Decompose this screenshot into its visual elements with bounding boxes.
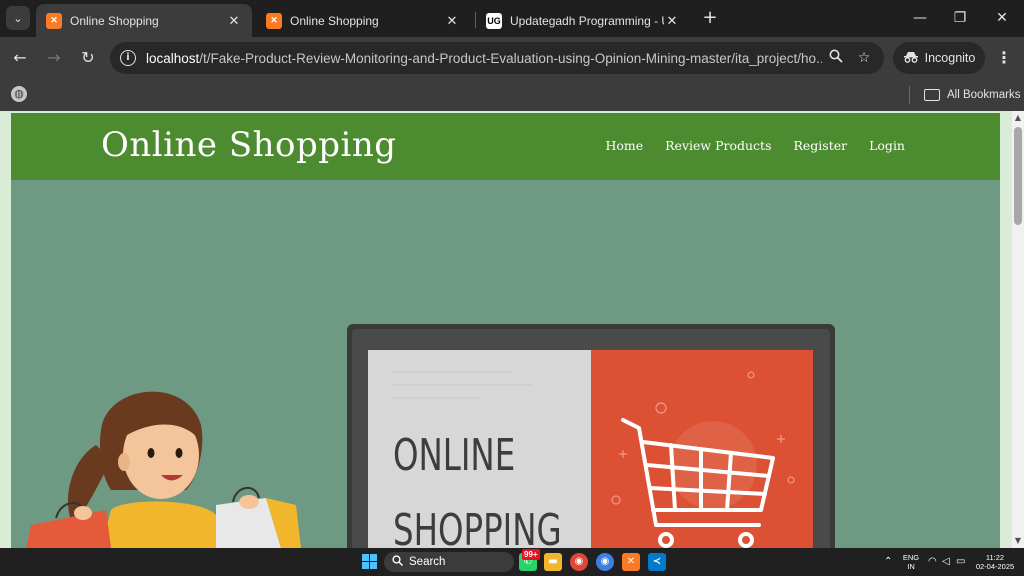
file-explorer-icon[interactable]: ▬ [544, 553, 562, 571]
all-bookmarks-label: All Bookmarks [947, 89, 1021, 101]
tab-title: Online Shopping [70, 13, 159, 28]
arrow-left-icon: ← [13, 48, 27, 67]
tab-updategadh[interactable]: UG Updategadh Programming - Upda ✕ [476, 4, 690, 37]
tab-title: Online Shopping [290, 13, 379, 28]
site-nav: Home Review Products Register Login [605, 138, 905, 153]
chrome-incognito-icon[interactable]: ◉ [596, 553, 614, 571]
restore-icon: ❐ [953, 10, 967, 26]
chevron-up-icon[interactable]: ⌃ [884, 556, 892, 567]
browser-toolbar: ← → ↻ i localhost/t/Fake-Product-Review-… [0, 37, 1024, 79]
wifi-icon[interactable]: ◠ [928, 556, 937, 567]
zoom-icon[interactable] [822, 49, 850, 67]
close-icon[interactable]: ✕ [664, 13, 680, 29]
clock-date: 02-04-2025 [975, 562, 1015, 571]
tab-online-shopping-1[interactable]: ✕ Online Shopping ✕ [36, 4, 252, 37]
reload-icon: ↻ [81, 48, 95, 67]
info-icon[interactable]: i [120, 50, 136, 66]
site-header: Online Shopping Home Review Products Reg… [11, 113, 1000, 180]
nav-home[interactable]: Home [605, 138, 643, 153]
scroll-thumb[interactable] [1014, 127, 1022, 225]
arrow-right-icon: → [47, 48, 61, 67]
minimize-button[interactable]: — [908, 6, 932, 30]
clock[interactable]: 11:22 02-04-2025 [972, 548, 1018, 576]
page-scrollbar[interactable]: ▲ ▼ [1012, 111, 1024, 548]
hero-illustration: ONLINE SHOPPING [26, 324, 835, 548]
xampp-icon: ✕ [266, 12, 282, 29]
site-page: Online Shopping Home Review Products Reg… [11, 113, 1000, 548]
close-icon: ✕ [996, 10, 1008, 26]
scroll-down-icon[interactable]: ▼ [1012, 536, 1024, 546]
close-window-button[interactable]: ✕ [990, 6, 1014, 30]
minimize-icon: — [913, 10, 927, 26]
site-title: Online Shopping [101, 125, 397, 165]
incognito-badge[interactable]: Incognito [893, 42, 985, 74]
plus-icon: + [702, 7, 718, 28]
woman-with-bags-graphic [26, 391, 301, 548]
tab-title: Updategadh Programming - Upda [510, 13, 664, 28]
browser-menu-button[interactable]: ⋮ [994, 46, 1014, 70]
new-tab-button[interactable]: + [700, 8, 720, 28]
bookmarks-separator [909, 86, 910, 104]
notification-badge: 99+ [522, 549, 540, 560]
nav-login[interactable]: Login [869, 138, 905, 153]
tab-online-shopping-2[interactable]: ✕ Online Shopping ✕ [256, 4, 470, 37]
tab-search-button[interactable]: ⌄ [6, 6, 30, 30]
star-icon[interactable]: ☆ [850, 50, 878, 66]
volume-icon[interactable]: ◁ [942, 556, 950, 567]
chevron-down-icon: ⌄ [13, 11, 23, 25]
vscode-icon[interactable]: ≺ [648, 553, 666, 571]
lang-line2: IN [907, 562, 915, 571]
close-icon[interactable]: ✕ [226, 13, 242, 29]
search-icon [392, 555, 404, 569]
globe-icon[interactable]: ◍ [11, 86, 27, 102]
battery-icon[interactable]: ▭ [956, 556, 965, 567]
restore-button[interactable]: ❐ [948, 6, 972, 30]
more-vertical-icon: ⋮ [996, 48, 1012, 67]
hero-text-shopping: SHOPPING [393, 506, 562, 548]
incognito-label: Incognito [924, 51, 976, 65]
nav-review-products[interactable]: Review Products [665, 138, 771, 153]
reload-button[interactable]: ↻ [76, 46, 100, 70]
folder-icon [924, 89, 940, 101]
taskbar-search-label: Search [409, 556, 446, 568]
url-path: /t/Fake-Product-Review-Monitoring-and-Pr… [199, 50, 822, 66]
xampp-icon[interactable]: ✕ [622, 553, 640, 571]
lang-line1: ENG [902, 553, 920, 562]
hero-text-online: ONLINE [393, 431, 515, 481]
clock-time: 11:22 [985, 553, 1005, 562]
chrome-icon[interactable]: ◉ [570, 553, 588, 571]
xampp-icon: ✕ [46, 12, 62, 29]
all-bookmarks-button[interactable]: All Bookmarks [924, 85, 1021, 105]
bookmarks-bar: ◍ All Bookmarks [0, 79, 1024, 111]
back-button[interactable]: ← [8, 46, 32, 70]
url-host: localhost [146, 50, 200, 66]
scroll-up-icon[interactable]: ▲ [1012, 113, 1024, 123]
updategadh-icon: UG [486, 12, 502, 29]
page-viewport: Online Shopping Home Review Products Reg… [0, 111, 1024, 548]
nav-register[interactable]: Register [793, 138, 847, 153]
address-bar[interactable]: i localhost/t/Fake-Product-Review-Monito… [110, 42, 884, 74]
tab-strip: ⌄ ✕ Online Shopping ✕ ✕ Online Shopping … [0, 0, 1024, 37]
url-text[interactable]: localhost/t/Fake-Product-Review-Monitori… [146, 51, 822, 66]
taskbar-search[interactable]: Search [384, 552, 514, 572]
incognito-icon [903, 51, 919, 66]
forward-button[interactable]: → [42, 46, 66, 70]
windows-start-icon[interactable] [362, 554, 378, 570]
windows-taskbar: Search ✆ 99+ ▬ ◉ ◉ ✕ ≺ ⌃ ENG IN ◠ ◁ ▭ 11… [0, 548, 1024, 576]
language-indicator[interactable]: ENG IN [900, 548, 922, 576]
close-icon[interactable]: ✕ [444, 13, 460, 29]
